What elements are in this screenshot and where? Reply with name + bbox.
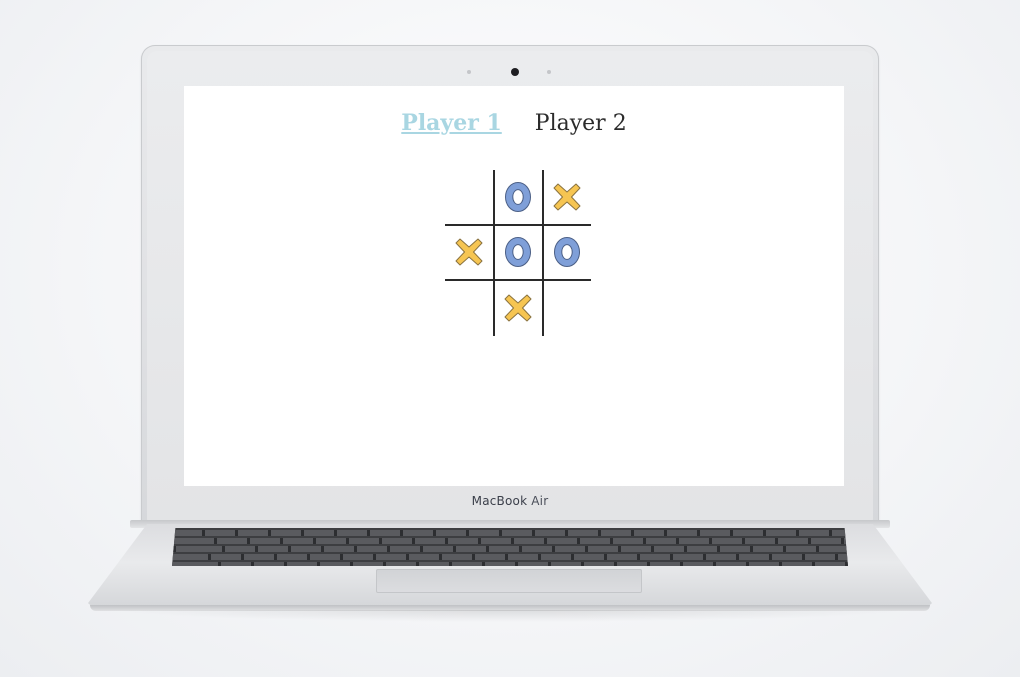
o-mark-icon <box>505 182 531 212</box>
key-row <box>172 546 848 552</box>
player-1-tab[interactable]: Player 1 <box>401 110 502 136</box>
display-screen: Player 1 Player 2 <box>184 86 844 486</box>
board-cell-1-2[interactable] <box>494 170 542 224</box>
key-row <box>172 562 848 566</box>
brand-model: Air <box>531 494 549 508</box>
device-brand-label: MacBook Air <box>147 494 873 508</box>
camera-icon <box>511 68 519 76</box>
player-2-tab[interactable]: Player 2 <box>535 111 627 136</box>
tic-tac-toe-board <box>445 170 591 336</box>
o-mark-icon <box>505 237 531 267</box>
screen-bezel: Player 1 Player 2 MacBook Air <box>147 51 873 521</box>
camera-indicator <box>547 70 551 74</box>
brand-name: MacBook <box>471 494 528 508</box>
x-mark-icon <box>504 294 532 322</box>
x-mark-icon <box>455 238 483 266</box>
scene: Player 1 Player 2 MacBook Air <box>0 0 1020 677</box>
key-row <box>172 530 848 536</box>
laptop-shadow <box>110 610 910 622</box>
board-cell-1-3[interactable] <box>543 170 591 224</box>
player-tabs: Player 1 Player 2 <box>184 110 844 136</box>
x-mark-icon <box>553 183 581 211</box>
board-cell-2-2[interactable] <box>494 225 542 279</box>
laptop-lid: Player 1 Player 2 MacBook Air <box>141 45 879 525</box>
board-cell-1-1[interactable] <box>445 170 493 224</box>
board-cell-3-1[interactable] <box>445 281 493 335</box>
board-cell-3-2[interactable] <box>494 281 542 335</box>
keyboard <box>172 528 848 566</box>
board-cell-3-3[interactable] <box>543 281 591 335</box>
trackpad <box>376 569 642 593</box>
ambient-light-sensor <box>467 70 471 74</box>
key-row <box>172 554 848 560</box>
key-row <box>172 538 848 544</box>
o-mark-icon <box>554 237 580 267</box>
board-cell-2-3[interactable] <box>543 225 591 279</box>
board-cell-2-1[interactable] <box>445 225 493 279</box>
